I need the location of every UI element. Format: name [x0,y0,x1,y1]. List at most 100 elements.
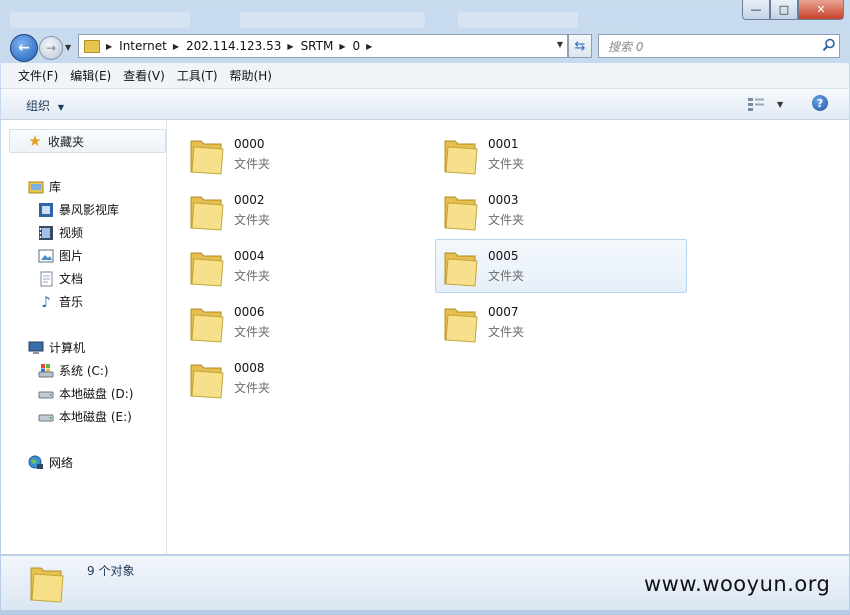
view-options-icon [748,98,764,111]
breadcrumb-item[interactable]: SRTM [301,39,334,53]
hard-drive-icon [38,409,54,425]
menu-tools[interactable]: 工具(T) [177,67,218,84]
folder-icon [190,364,224,399]
folder-item-0005[interactable]: 0005 文件夹 [435,239,687,293]
folder-type: 文件夹 [234,157,271,171]
folder-name: 0001 [488,137,519,151]
minimize-button[interactable]: — [742,0,770,20]
folder-type: 文件夹 [488,269,525,283]
sidebar-item-label: 本地磁盘 (D:) [59,387,134,401]
folder-icon [30,567,64,603]
folder-icon [190,196,224,231]
folder-name: 0000 [234,137,265,151]
folder-item-0007[interactable]: 0007 文件夹 [435,295,687,349]
system-drive-icon [38,363,54,379]
menu-view[interactable]: 查看(V) [123,67,165,84]
folder-icon [444,308,478,343]
menu-edit[interactable]: 编辑(E) [70,67,111,84]
folder-icon [190,140,224,175]
sidebar-item-label: 库 [49,180,62,194]
breadcrumb-arrow-icon[interactable]: ▶ [106,42,112,51]
sidebar-item-label: 暴风影视库 [59,203,120,217]
folder-name: 0003 [488,193,519,207]
folder-type: 文件夹 [488,325,525,339]
sidebar-item-baofeng-library[interactable]: 暴风影视库 [38,201,119,218]
folder-type: 文件夹 [234,381,271,395]
sidebar-item-drive-c[interactable]: 系统 (C:) [38,362,109,379]
sidebar-item-libraries[interactable]: 库 [28,178,61,195]
breadcrumb-item[interactable]: 202.114.123.53 [186,39,281,53]
command-bar: 组织 ▼ ▼ ? [1,89,849,120]
folder-item-0000[interactable]: 0000 文件夹 [181,127,433,181]
film-icon [38,225,54,241]
view-more-chevron-down-icon[interactable]: ▼ [777,100,783,109]
network-globe-icon [28,455,44,471]
background-taskbar-tab [10,12,190,28]
breadcrumb-arrow-icon[interactable]: ▶ [339,42,345,51]
folder-item-0008[interactable]: 0008 文件夹 [181,351,433,405]
folder-name: 0007 [488,305,519,319]
folder-item-0003[interactable]: 0003 文件夹 [435,183,687,237]
breadcrumb-arrow-icon[interactable]: ▶ [366,42,372,51]
back-button[interactable]: ← [10,34,38,62]
folder-item-0004[interactable]: 0004 文件夹 [181,239,433,293]
help-button[interactable]: ? [812,95,828,111]
folder-icon [84,39,100,53]
folder-icon [190,308,224,343]
sidebar-item-network[interactable]: 网络 [28,454,73,471]
folder-icon [444,252,478,287]
address-dropdown-chevron-down-icon[interactable]: ▼ [557,40,563,49]
maximize-button[interactable]: □ [770,0,798,20]
menu-file[interactable]: 文件(F) [18,67,58,84]
title-bar: — □ ✕ [0,0,850,32]
menu-bar: 文件(F) 编辑(E) 查看(V) 工具(T) 帮助(H) [1,63,849,89]
change-view-button[interactable]: ▼ [747,96,787,112]
file-list-pane: 0000 文件夹 0001 文件夹 0002 文件夹 0003 文件夹 0004 文件夹 0005 文… [167,120,849,554]
close-button[interactable]: ✕ [798,0,844,20]
libraries-icon [28,179,44,195]
folder-type: 文件夹 [488,157,525,171]
sidebar-item-documents[interactable]: 文档 [38,270,83,287]
sidebar-item-label: 图片 [59,249,84,263]
folder-item-0002[interactable]: 0002 文件夹 [181,183,433,237]
sidebar-item-label: 收藏夹 [48,134,85,149]
organize-button[interactable]: 组织 ▼ [26,97,64,114]
sidebar-item-label: 视频 [59,226,84,240]
folder-type: 文件夹 [234,269,271,283]
breadcrumb-item[interactable]: Internet [119,39,167,53]
organize-label: 组织 [26,99,51,113]
navigation-pane: ★ 收藏夹 库 暴风影视库 视频 图片 文档 ♪ 音乐 计算机 系统 (C:) … [1,120,167,554]
sidebar-item-videos[interactable]: 视频 [38,224,83,241]
folder-name: 0002 [234,193,265,207]
sidebar-item-pictures[interactable]: 图片 [38,247,83,264]
folder-name: 0005 [488,249,519,263]
folder-icon [444,140,478,175]
sidebar-item-label: 计算机 [49,341,86,355]
breadcrumb-item[interactable]: 0 [352,39,360,53]
folder-type: 文件夹 [488,213,525,227]
search-icon[interactable] [822,38,836,52]
folder-type: 文件夹 [234,213,271,227]
forward-button[interactable]: → [39,36,63,60]
sidebar-item-computer[interactable]: 计算机 [28,339,85,356]
folder-item-0001[interactable]: 0001 文件夹 [435,127,687,181]
breadcrumb-arrow-icon[interactable]: ▶ [173,42,179,51]
folder-icon [444,196,478,231]
sidebar-item-drive-e[interactable]: 本地磁盘 (E:) [38,408,132,425]
refresh-button[interactable]: ⇆ [568,34,592,58]
sidebar-item-drive-d[interactable]: 本地磁盘 (D:) [38,385,133,402]
menu-help[interactable]: 帮助(H) [230,67,272,84]
recent-pages-chevron-down-icon[interactable]: ▼ [65,43,71,52]
search-input[interactable]: 搜索 0 [598,34,840,58]
navigation-bar: ← → ▼ ▶ Internet ▶ 202.114.123.53 ▶ SRTM… [0,32,850,62]
folder-item-0006[interactable]: 0006 文件夹 [181,295,433,349]
watermark-text: www.wooyun.org [644,572,831,596]
hard-drive-icon [38,386,54,402]
breadcrumb-arrow-icon[interactable]: ▶ [287,42,293,51]
sidebar-item-music[interactable]: ♪ 音乐 [38,293,83,311]
background-taskbar-tab [458,12,578,28]
address-bar[interactable]: ▶ Internet ▶ 202.114.123.53 ▶ SRTM ▶ 0 ▶… [78,34,568,58]
computer-icon [28,340,44,356]
sidebar-item-favorites[interactable]: ★ 收藏夹 [9,129,166,153]
folder-name: 0004 [234,249,265,263]
